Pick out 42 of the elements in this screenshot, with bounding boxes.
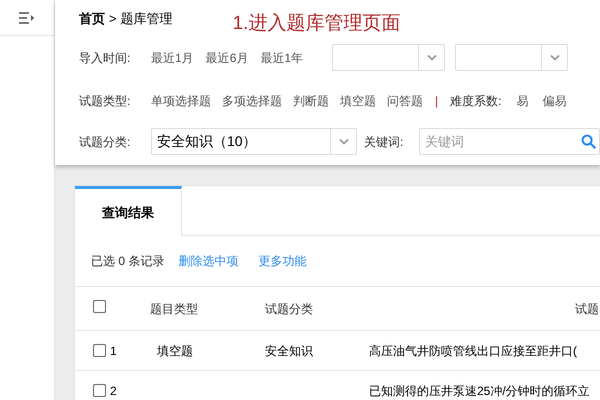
row-number: 1 bbox=[110, 342, 117, 360]
selection-count: 已选 0 条记录 bbox=[91, 253, 164, 270]
annotation-text: 1.进入题库管理页面 bbox=[232, 12, 400, 36]
filter-label: 难度系数: bbox=[450, 92, 502, 110]
search-icon[interactable] bbox=[581, 134, 596, 149]
filter-option[interactable]: 最近6月 bbox=[206, 48, 248, 66]
table-cell-text: 高压油气井防喷管线出口应接至距井口( bbox=[369, 342, 577, 360]
filter-label: 试题分类: bbox=[79, 134, 132, 150]
column-header: 试题 bbox=[575, 300, 599, 318]
chevron-down-icon bbox=[548, 54, 560, 62]
filter-option[interactable]: 多项选择题 bbox=[222, 92, 282, 110]
filter-option[interactable]: 最近1月 bbox=[151, 48, 194, 66]
filter-option[interactable]: 填空题 bbox=[340, 92, 376, 110]
chevron-down-icon bbox=[338, 138, 350, 146]
filter-label: 关键词: bbox=[364, 134, 404, 150]
checkbox[interactable] bbox=[93, 300, 106, 312]
filter-label: 导入时间: bbox=[79, 50, 132, 66]
table-cell: 安全知识 bbox=[265, 344, 313, 358]
row-number: 2 bbox=[110, 382, 117, 400]
filter-option[interactable]: 最近1年 bbox=[260, 48, 304, 66]
breadcrumb-current: 题库管理 bbox=[120, 10, 173, 28]
breadcrumb-home[interactable]: 首页 bbox=[79, 9, 105, 28]
column-header: 题目类型 bbox=[150, 300, 199, 318]
table-cell: 填空题 bbox=[157, 344, 193, 358]
chevron-down-icon bbox=[426, 54, 438, 62]
filter-option[interactable]: 问答题 bbox=[387, 92, 423, 110]
separator-text: | bbox=[435, 92, 438, 110]
filter-option[interactable]: 易 bbox=[516, 92, 528, 110]
filter-option[interactable]: 偏易 bbox=[542, 92, 566, 110]
filter-option[interactable]: 单项选择题 bbox=[151, 92, 211, 110]
checkbox[interactable] bbox=[93, 384, 106, 397]
keyword-field[interactable]: 关键词 bbox=[419, 128, 600, 155]
select-value: 安全知识（10） bbox=[157, 132, 257, 151]
table-cell-text: 已知测得的压井泵速25冲/分钟时的循环立 bbox=[369, 382, 590, 400]
filter-option[interactable]: 判断题 bbox=[293, 92, 329, 110]
filter-label: 试题类型: bbox=[79, 92, 132, 110]
menu-icon[interactable] bbox=[19, 12, 35, 24]
dropdown-select[interactable]: 安全知识（10） bbox=[151, 128, 357, 155]
column-header: 试题分类 bbox=[265, 300, 314, 318]
checkbox[interactable] bbox=[93, 344, 106, 357]
breadcrumb-separator: > bbox=[109, 10, 117, 28]
tab[interactable]: 查询结果 bbox=[75, 186, 182, 236]
